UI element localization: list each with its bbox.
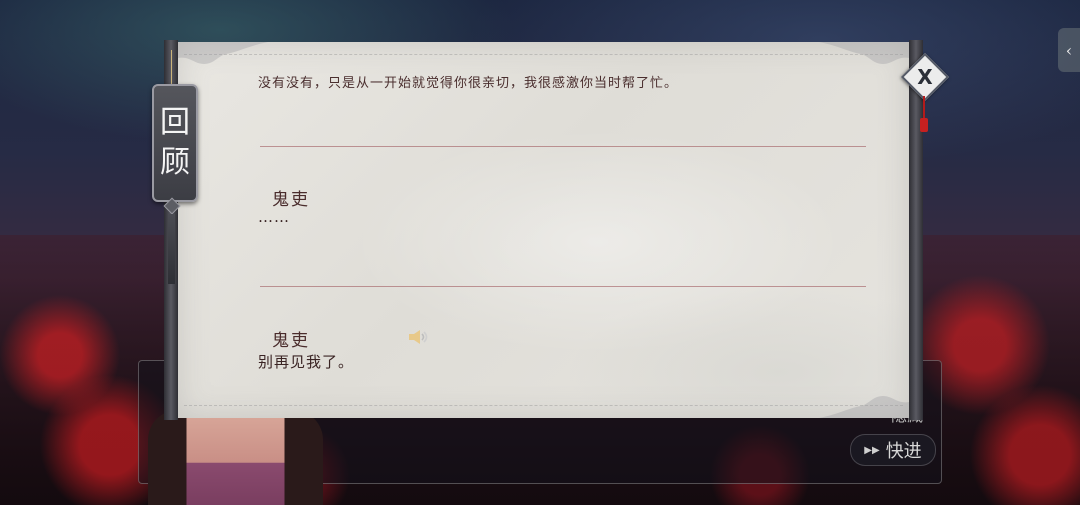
- cloud-ornament: [819, 42, 909, 64]
- red-tassel: [920, 118, 928, 132]
- chevron-left-icon: ‹: [1065, 40, 1073, 60]
- character-portrait: [148, 410, 323, 505]
- log-entry-speaker: 鬼吏: [272, 331, 310, 351]
- tassel: [168, 214, 175, 284]
- entry-divider: [260, 286, 866, 287]
- fast-forward-label: 快进: [885, 441, 922, 462]
- red-cord: [923, 96, 925, 120]
- cloud-ornament: [178, 42, 268, 64]
- title-char: 顾: [160, 145, 190, 180]
- log-entry-text: 别再见我了。: [258, 353, 355, 371]
- side-panel-toggle[interactable]: ‹: [1058, 28, 1080, 72]
- entry-divider: [260, 146, 866, 147]
- cloud-ornament: [819, 396, 909, 418]
- log-entry-text: 没有没有，只是从一开始就觉得你很亲切，我很感激你当时帮了忙。: [258, 76, 679, 91]
- review-title-tag: 回 顾: [152, 84, 198, 202]
- title-char: 回: [160, 105, 190, 140]
- log-entry-text: ……: [258, 208, 290, 226]
- fast-forward-icon: ▶▶: [864, 444, 880, 456]
- speaker-icon[interactable]: [406, 328, 430, 346]
- tag-string: [171, 50, 172, 84]
- review-log-panel[interactable]: 没有没有，只是从一开始就觉得你很亲切，我很感激你当时帮了忙。 鬼吏 …… 鬼吏 …: [178, 42, 909, 418]
- log-entry-speaker: 鬼吏: [272, 190, 310, 210]
- fast-forward-button[interactable]: ▶▶ 快进: [850, 434, 936, 466]
